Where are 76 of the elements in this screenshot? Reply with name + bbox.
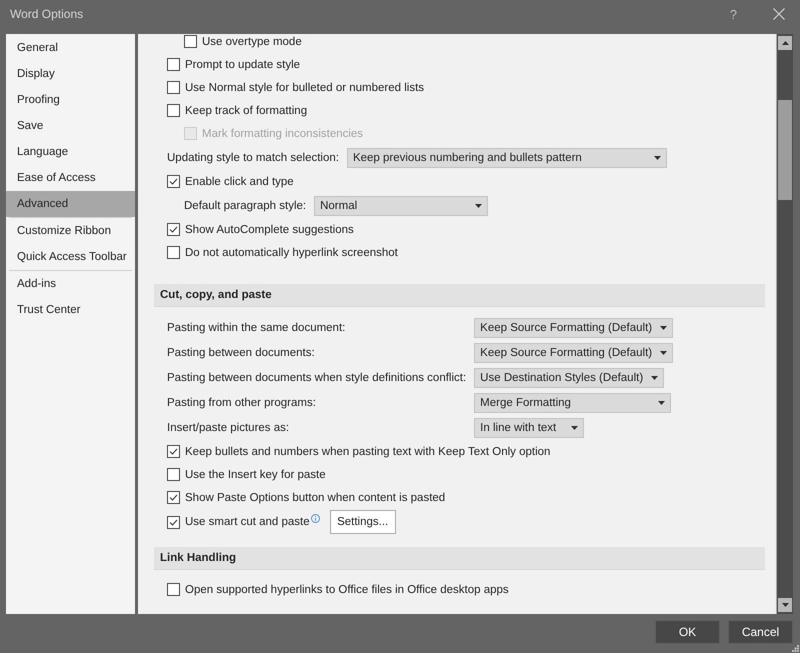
field-label: Default paragraph style: xyxy=(184,200,306,212)
caret-icon xyxy=(654,156,661,160)
section-heading: Cut, copy, and paste xyxy=(154,284,765,307)
sidebar-item[interactable]: Ease of Access xyxy=(6,165,135,191)
checkmark-icon xyxy=(169,178,178,185)
scroll-up-button[interactable] xyxy=(778,36,792,50)
sidebar-item[interactable]: Proofing xyxy=(6,87,135,113)
sidebar-item[interactable]: Trust Center xyxy=(9,297,132,323)
checkbox-label: Use Normal style for bulleted or numbered lists xyxy=(185,82,424,94)
scroll-down-button[interactable] xyxy=(778,598,792,612)
checkbox-label: Show AutoComplete suggestions xyxy=(185,224,354,236)
sidebar-item[interactable]: Quick Access Toolbar xyxy=(9,244,132,270)
dialog-button[interactable]: OK xyxy=(655,620,720,644)
dropdown[interactable]: Keep Source Formatting (Default) xyxy=(474,318,674,338)
dropdown[interactable]: Normal xyxy=(314,196,488,216)
checkbox-label: Prompt to update style xyxy=(185,58,300,70)
scrollbar-track[interactable] xyxy=(776,34,793,614)
dropdown[interactable]: Keep Source Formatting (Default) xyxy=(474,342,674,362)
close-icon[interactable] xyxy=(773,8,785,20)
field-label: Insert/paste pictures as: xyxy=(167,422,290,434)
settings-button[interactable]: Settings... xyxy=(330,510,396,534)
checkbox[interactable] xyxy=(167,468,180,481)
checkbox-label: Keep track of formatting xyxy=(185,104,308,116)
sidebar-item[interactable]: Customize Ribbon xyxy=(9,218,132,244)
checkbox[interactable] xyxy=(167,223,180,236)
sidebar-item[interactable]: Language xyxy=(6,139,135,165)
section-heading: Link Handling xyxy=(154,547,765,570)
sidebar-item[interactable]: Display xyxy=(6,61,135,87)
caret-icon xyxy=(660,326,668,330)
caret-icon xyxy=(475,204,482,208)
checkmark-icon xyxy=(169,518,178,526)
checkbox-label: Open supported hyperlinks to Office files in Office desktop apps xyxy=(185,584,509,596)
checkbox[interactable] xyxy=(167,583,180,596)
checkbox[interactable] xyxy=(167,81,180,94)
caret-icon xyxy=(651,376,658,380)
field-label: Pasting within the same document: xyxy=(167,322,346,334)
dropdown[interactable]: Merge Formatting xyxy=(474,392,672,412)
caret-up-icon xyxy=(782,41,788,45)
window-title: Word Options xyxy=(10,7,84,21)
field-label: Pasting between documents when style definitions conflict: xyxy=(167,372,466,384)
resize-grip-icon[interactable] xyxy=(792,645,799,652)
dropdown[interactable]: In line with text xyxy=(474,418,584,438)
caret-icon xyxy=(658,400,666,404)
checkbox-label: Enable click and type xyxy=(185,176,294,188)
checkbox[interactable] xyxy=(167,491,180,504)
checkbox[interactable] xyxy=(167,246,180,259)
sidebar-item[interactable]: Advanced xyxy=(6,191,135,217)
checkbox-label: Use the Insert key for paste xyxy=(185,468,326,480)
caret-icon xyxy=(660,350,668,354)
checkbox[interactable] xyxy=(167,516,180,528)
checkmark-icon xyxy=(169,448,178,455)
scrollbar-thumb[interactable] xyxy=(778,100,792,200)
checkbox[interactable] xyxy=(167,104,180,117)
field-label: Pasting from other programs: xyxy=(167,396,316,408)
dropdown[interactable]: Use Destination Styles (Default) xyxy=(474,368,664,388)
sidebar-item[interactable]: General xyxy=(6,35,135,61)
sidebar-item[interactable]: Save xyxy=(6,113,135,139)
caret-down-icon xyxy=(782,603,788,607)
checkbox-label: Do not automatically hyperlink screenshot xyxy=(185,246,398,258)
checkbox-label: Use overtype mode xyxy=(202,36,302,48)
dialog-button[interactable]: Cancel xyxy=(728,620,793,644)
checkbox-label: Mark formatting inconsistencies xyxy=(202,128,364,140)
checkbox[interactable] xyxy=(184,35,197,48)
checkbox-label: Use smart cut and paste xyxy=(185,516,310,528)
field-label: Updating style to match selection: xyxy=(167,152,339,164)
checkbox-label: Keep bullets and numbers when pasting text with Keep Text Only option xyxy=(185,446,550,458)
checkbox-label: Show Paste Options button when content is pasted xyxy=(185,492,446,504)
checkbox[interactable] xyxy=(167,445,180,458)
checkbox[interactable] xyxy=(167,175,180,188)
dropdown[interactable]: Keep previous numbering and bullets pattern xyxy=(346,148,667,168)
checkmark-icon xyxy=(169,494,178,501)
caret-icon xyxy=(571,426,578,430)
field-label: Pasting between documents: xyxy=(167,346,315,358)
sidebar-item[interactable]: Add-ins xyxy=(9,271,132,297)
checkmark-icon xyxy=(169,226,178,233)
checkbox[interactable] xyxy=(167,58,180,71)
